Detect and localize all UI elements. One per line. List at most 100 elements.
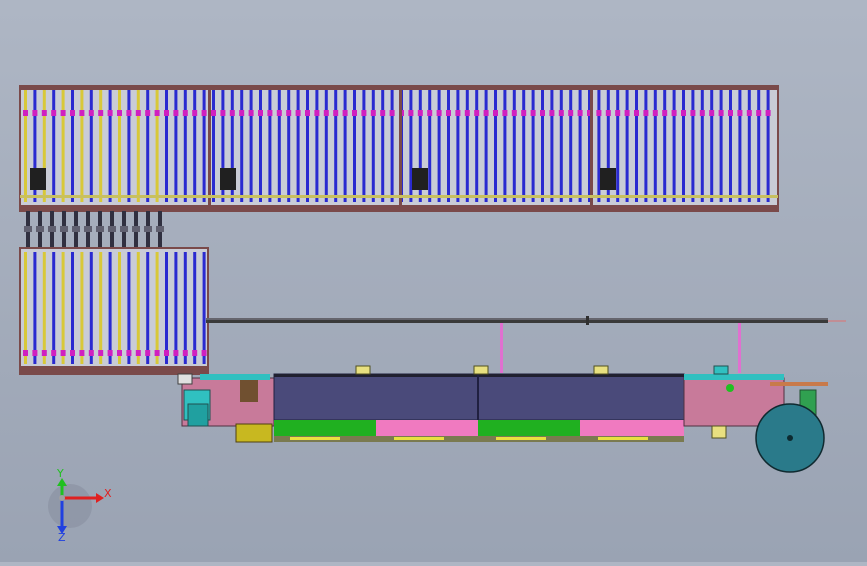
upper-drive-unit xyxy=(30,168,46,190)
connector-chain-plate xyxy=(96,226,104,232)
upper-roller xyxy=(136,90,140,202)
upper-roller xyxy=(541,90,544,202)
upper-roller xyxy=(512,90,516,202)
lower-roller xyxy=(165,252,168,364)
upper-section-divider xyxy=(590,86,593,211)
upper-roller xyxy=(559,90,563,202)
upper-roller-conveyor xyxy=(19,85,779,212)
upper-roller xyxy=(409,90,413,202)
connector-chain-plate xyxy=(156,226,164,232)
upper-roller-bracket xyxy=(558,110,564,116)
upper-roller-bracket xyxy=(549,110,555,116)
upper-roller-bracket xyxy=(220,110,226,116)
upper-roller-bracket xyxy=(51,110,57,116)
motor-cap xyxy=(187,403,209,427)
upper-roller-bracket xyxy=(70,110,75,116)
upper-roller-bracket xyxy=(521,110,527,116)
upper-roller-bracket xyxy=(493,110,498,116)
lower-roller xyxy=(146,252,150,364)
upper-roller-bracket xyxy=(643,110,649,116)
upper-roller xyxy=(747,90,751,202)
lower-roller xyxy=(42,252,46,364)
connector-chain-plate xyxy=(48,226,56,232)
upper-roller xyxy=(691,90,695,202)
upper-roller xyxy=(174,90,178,202)
upper-roller-bracket xyxy=(530,110,536,116)
upper-roller xyxy=(118,90,121,202)
upper-roller-bracket xyxy=(652,110,658,116)
upper-roller xyxy=(343,90,347,202)
pink-band-right xyxy=(580,420,684,438)
upper-roller-bracket xyxy=(164,110,169,116)
lower-roller xyxy=(89,252,93,364)
upper-roller-bracket xyxy=(154,110,160,116)
upper-roller xyxy=(259,90,262,202)
lower-roller-bracket xyxy=(192,350,198,356)
upper-roller xyxy=(183,90,187,202)
upper-roller xyxy=(672,90,676,202)
lower-roller-bracket xyxy=(173,350,179,356)
lower-roller-bracket xyxy=(23,350,28,356)
upper-roller xyxy=(597,90,601,202)
upper-roller xyxy=(146,90,150,202)
upper-roller-bracket xyxy=(718,110,724,116)
upper-roller xyxy=(644,90,648,202)
upper-roller xyxy=(71,90,74,202)
drive-top-cyan-bar xyxy=(200,374,270,380)
upper-roller xyxy=(108,90,112,202)
z-axis-label: Z xyxy=(58,531,66,544)
upper-roller xyxy=(766,90,770,202)
upper-roller xyxy=(437,90,441,202)
x-axis-arrowhead xyxy=(96,493,104,503)
lower-roller-bracket xyxy=(70,350,75,356)
band-yellow-mark-3 xyxy=(496,437,546,440)
upper-roller-bracket xyxy=(737,110,743,116)
upper-roller-bracket xyxy=(98,110,104,116)
connector-chain-plate xyxy=(132,226,140,232)
upper-roller xyxy=(757,90,761,202)
cad-viewport[interactable]: X Y Z xyxy=(0,0,867,562)
drive-gearbox xyxy=(240,380,258,402)
upper-roller-bracket xyxy=(267,110,273,116)
upper-roller xyxy=(193,90,197,202)
upper-roller-bracket xyxy=(765,110,771,116)
right-drive-top-tab xyxy=(713,365,729,375)
upper-roller-bracket xyxy=(79,110,85,116)
upper-roller-bracket xyxy=(474,110,480,116)
upper-roller xyxy=(52,90,56,202)
upper-roller-bracket xyxy=(671,110,677,116)
lower-roller-bracket xyxy=(98,350,104,356)
lower-roller xyxy=(61,252,65,364)
upper-roller-bracket xyxy=(446,110,451,116)
upper-roller-bracket xyxy=(728,110,733,116)
upper-roller-bracket xyxy=(126,110,132,116)
upper-roller xyxy=(531,90,535,202)
upper-roller xyxy=(80,90,84,202)
upper-roller-bracket xyxy=(239,110,245,116)
upper-roller-bracket xyxy=(380,110,386,116)
lower-roller-bracket xyxy=(79,350,85,356)
upper-roller-bracket xyxy=(746,110,752,116)
upper-roller xyxy=(277,90,281,202)
connector-chain-plate xyxy=(120,226,128,232)
green-band-left xyxy=(274,420,376,438)
upper-roller-bracket xyxy=(436,110,442,116)
lower-conveyor-bottom-rail xyxy=(20,366,208,374)
triad-shadow xyxy=(48,484,92,528)
upper-roller xyxy=(324,90,328,202)
upper-roller xyxy=(729,90,732,202)
lower-roller-bracket xyxy=(117,350,122,356)
lower-roller xyxy=(24,252,27,364)
vertical-chain-connector xyxy=(24,211,164,248)
upper-roller-bracket xyxy=(427,110,433,116)
upper-roller-bracket xyxy=(117,110,122,116)
upper-roller-bracket xyxy=(389,110,395,116)
upper-roller-bracket xyxy=(60,110,66,116)
upper-drive-unit xyxy=(220,168,236,190)
upper-roller-bracket xyxy=(502,110,508,116)
upper-drive-unit xyxy=(412,168,428,190)
upper-roller-bracket xyxy=(605,110,611,116)
upper-roller xyxy=(625,90,629,202)
lower-roller-bracket xyxy=(107,350,113,356)
lower-roller-conveyor xyxy=(19,247,209,375)
